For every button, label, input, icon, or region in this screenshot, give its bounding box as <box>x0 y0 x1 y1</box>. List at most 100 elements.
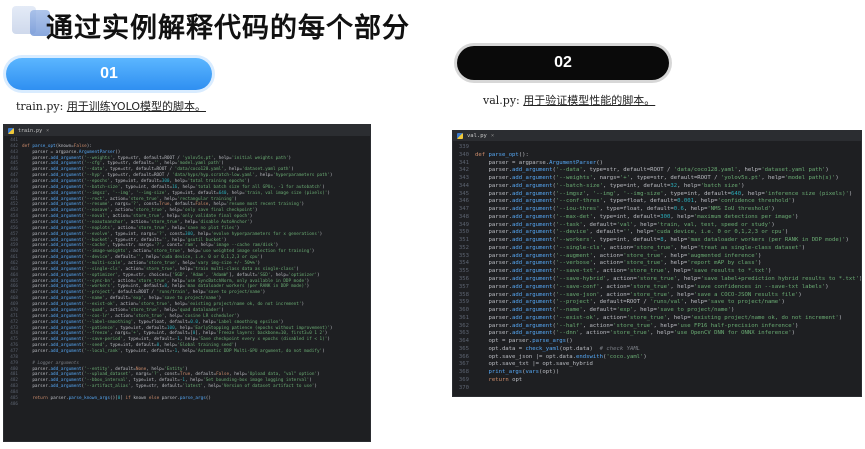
close-icon[interactable]: × <box>491 133 494 139</box>
code-line: 354 parser.add_argument('--verbose', act… <box>453 260 861 268</box>
code-text: parser.add_argument('--half', action='st… <box>475 322 799 329</box>
code-line: 364 opt = parser.parse_args() <box>453 338 861 346</box>
line-number: 347 <box>458 206 469 213</box>
code-line: 343 parser.add_argument('--weights', nar… <box>453 175 861 183</box>
train-code-editor[interactable]: train.py × 441 442 def parse_opt(known=Fa… <box>3 124 371 442</box>
code-line: 340 def parse_opt(): <box>453 152 861 160</box>
code-text: parser.add_argument('--project', default… <box>475 299 785 306</box>
line-number: 352 <box>458 244 469 251</box>
code-text: opt.data = check_yaml(opt.data) # check … <box>475 345 641 352</box>
code-line: 370 <box>453 385 861 393</box>
code-line: 358 parser.add_argument('--save-json', a… <box>453 292 861 300</box>
code-text: parser.add_argument('--imgsz', '--img', … <box>475 190 853 197</box>
code-text: parser.add_argument('--single-cls', acti… <box>475 244 806 251</box>
line-number: 362 <box>458 322 469 329</box>
line-number: 344 <box>458 182 469 189</box>
code-line: 345 parser.add_argument('--imgsz', '--im… <box>453 191 861 199</box>
line-number: 350 <box>458 229 469 236</box>
line-number: 340 <box>458 151 469 158</box>
code-text: parser.add_argument('--local_rank', type… <box>22 348 325 354</box>
train-editor-tab[interactable]: train.py × <box>4 125 370 136</box>
code-text: parser.add_argument('--save-txt', action… <box>475 268 772 275</box>
line-number: 356 <box>458 276 469 283</box>
code-line: 351 parser.add_argument('--workers', typ… <box>453 237 861 245</box>
code-line: 341 parser = argparse.ArgumentParser() <box>453 160 861 168</box>
code-text: parser.add_argument('--device', default=… <box>475 229 789 236</box>
code-line: 355 parser.add_argument('--save-txt', ac… <box>453 268 861 276</box>
line-number: 359 <box>458 299 469 306</box>
line-number: 351 <box>458 237 469 244</box>
line-number: 346 <box>458 198 469 205</box>
line-number: 365 <box>458 345 469 352</box>
code-text: def parse_opt(): <box>475 151 529 158</box>
line-number: 367 <box>458 361 469 368</box>
code-text: print_args(vars(opt)) <box>488 369 560 376</box>
code-text: parser.add_argument('--save-json', actio… <box>475 291 802 298</box>
code-text: parser.add_argument('--conf-thres', type… <box>475 198 795 205</box>
train-file-name: train.py: <box>16 100 64 113</box>
page-title: 通过实例解释代码的每个部分 <box>46 13 410 44</box>
val-code-editor[interactable]: val.py × 339 340 def parse_opt(): 341 pars… <box>452 130 862 397</box>
code-text: parser.add_argument('--artifact_alias', … <box>22 384 317 390</box>
code-text: parser.add_argument('--iou-thres', type=… <box>475 206 775 213</box>
code-line: 359 parser.add_argument('--project', def… <box>453 299 861 307</box>
train-description: 用于训练YOLO模型的脚本。 <box>66 100 206 113</box>
code-text: parser.add_argument('--save-conf', actio… <box>475 283 829 290</box>
line-number: 341 <box>458 159 469 166</box>
code-text: parser.add_argument('--data', type=str, … <box>475 167 829 174</box>
line-number: 358 <box>458 291 469 298</box>
val-editor-tab[interactable]: val.py × <box>453 131 861 141</box>
val-description: 用于验证模型性能的脚本。 <box>523 94 656 107</box>
code-line: 342 parser.add_argument('--data', type=s… <box>453 167 861 175</box>
code-line: 363 parser.add_argument('--dnn', action=… <box>453 330 861 338</box>
code-text: return parser.parse_known_args()[0] if k… <box>32 395 211 401</box>
code-line: 366 opt.save_json |= opt.data.endswith('… <box>453 354 861 362</box>
line-number: 342 <box>458 167 469 174</box>
code-line: 357 parser.add_argument('--save-conf', a… <box>453 284 861 292</box>
code-text: parser.add_argument('--max-det', type=in… <box>475 213 799 220</box>
code-line: 483 parser.add_argument('--artifact_alia… <box>4 384 370 390</box>
line-number: 348 <box>458 213 469 220</box>
step-badge-01: 01 <box>6 58 212 90</box>
code-line: 344 parser.add_argument('--batch-size', … <box>453 183 861 191</box>
code-line: 367 opt.save_txt |= opt.save_hybrid <box>453 361 861 369</box>
code-text: parser = argparse.ArgumentParser() <box>475 159 603 166</box>
code-line: 352 parser.add_argument('--single-cls', … <box>453 245 861 253</box>
close-icon[interactable]: × <box>46 128 49 134</box>
code-text: opt.save_txt |= opt.save_hybrid <box>475 361 593 368</box>
val-tab-label: val.py <box>467 133 487 139</box>
code-line: 347 parser.add_argument('--iou-thres', t… <box>453 206 861 214</box>
line-number: 486 <box>10 401 18 407</box>
code-text: parser.add_argument('--workers', type=in… <box>475 237 849 244</box>
code-line: 477 parser.add_argument('--local_rank', … <box>4 349 370 355</box>
code-line: 360 parser.add_argument('--name', defaul… <box>453 307 861 315</box>
line-number: 354 <box>458 260 469 267</box>
train-code-body[interactable]: 441 442 def parse_opt(known=False): 443 pa… <box>4 136 370 408</box>
line-number: 353 <box>458 252 469 259</box>
line-number: 343 <box>458 175 469 182</box>
line-number: 357 <box>458 283 469 290</box>
val-file-name: val.py: <box>483 94 520 107</box>
code-text: parser.add_argument('--dnn', action='sto… <box>475 330 795 337</box>
val-code-body[interactable]: 339 340 def parse_opt(): 341 parser = argp… <box>453 141 861 393</box>
line-number: 360 <box>458 307 469 314</box>
code-text: parser.add_argument('--weights', nargs='… <box>475 175 839 182</box>
line-number: 361 <box>458 314 469 321</box>
code-text: parser.add_argument('--batch-size', type… <box>475 182 745 189</box>
line-number: 369 <box>458 376 469 383</box>
code-line: 369 return opt <box>453 377 861 385</box>
code-text: parser.add_argument('--verbose', action=… <box>475 260 762 267</box>
code-line: 356 parser.add_argument('--save-hybrid',… <box>453 276 861 284</box>
line-number: 355 <box>458 268 469 275</box>
code-line: 349 parser.add_argument('--task', defaul… <box>453 222 861 230</box>
line-number: 370 <box>458 384 469 391</box>
code-line: 339 <box>453 144 861 152</box>
code-line: 353 parser.add_argument('--augment', act… <box>453 253 861 261</box>
python-file-icon <box>457 133 463 139</box>
code-text: opt.save_json |= opt.data.endswith('coco… <box>475 353 647 360</box>
code-line: 486 <box>4 402 370 408</box>
code-line: 346 parser.add_argument('--conf-thres', … <box>453 198 861 206</box>
